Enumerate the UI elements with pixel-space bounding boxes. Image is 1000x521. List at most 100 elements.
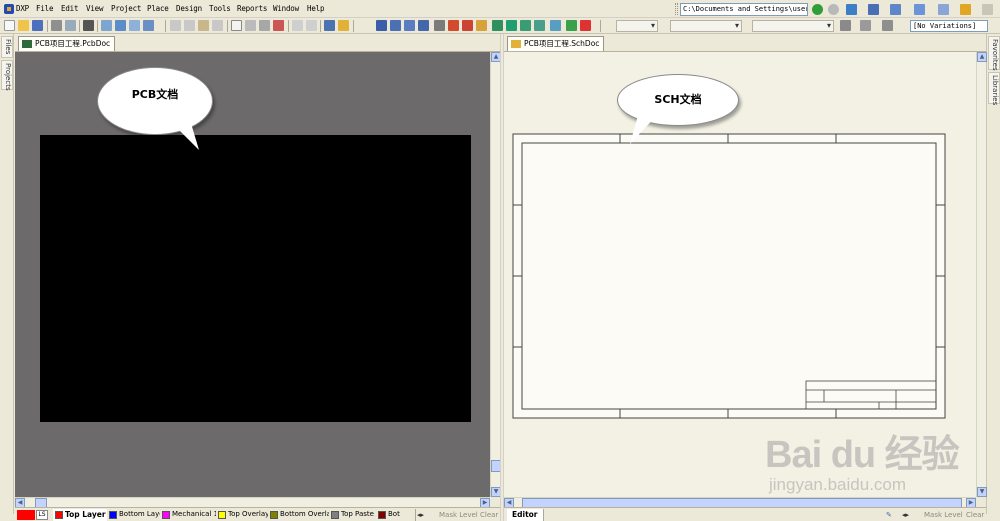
options-icon[interactable] bbox=[982, 4, 993, 15]
sch-canvas[interactable]: SCH文档 bbox=[504, 52, 976, 497]
diamond-icon[interactable] bbox=[960, 4, 971, 15]
layer-tab-top-layer[interactable]: Top Layer bbox=[53, 509, 110, 521]
gnd-port-icon[interactable] bbox=[448, 20, 459, 31]
zoom-selected-icon[interactable] bbox=[129, 20, 140, 31]
dxp-logo-icon[interactable] bbox=[4, 4, 14, 14]
sch-horizontal-scrollbar[interactable]: ◀ ▶ bbox=[504, 497, 976, 508]
net-label-icon[interactable] bbox=[418, 20, 429, 31]
deselect-icon[interactable] bbox=[259, 20, 270, 31]
panel-tab-files[interactable]: Files bbox=[1, 36, 13, 58]
bus-icon[interactable] bbox=[390, 20, 401, 31]
panel-tab-favorites[interactable]: Favorites bbox=[988, 36, 1000, 71]
panel-tab-projects[interactable]: Projects bbox=[1, 60, 13, 91]
new-icon[interactable] bbox=[4, 20, 15, 31]
clear-filter-icon[interactable] bbox=[273, 20, 284, 31]
layer-tab-mechanical-1[interactable]: Mechanical 1 bbox=[160, 509, 223, 521]
clear-button[interactable]: Clear bbox=[966, 509, 984, 521]
dim-icon[interactable] bbox=[860, 20, 871, 31]
layers-icon[interactable] bbox=[83, 20, 94, 31]
part-icon[interactable] bbox=[476, 20, 487, 31]
print-preview-icon[interactable] bbox=[65, 20, 76, 31]
save-icon[interactable] bbox=[32, 20, 43, 31]
menu-design[interactable]: Design bbox=[176, 4, 202, 13]
filter-combo-3[interactable] bbox=[752, 20, 834, 32]
sch-vertical-scrollbar[interactable]: ▲ ▼ bbox=[976, 52, 987, 497]
scroll-up-button[interactable]: ▲ bbox=[977, 52, 987, 62]
menu-reports[interactable]: Reports bbox=[237, 4, 267, 13]
menu-help[interactable]: Help bbox=[307, 4, 324, 13]
forward-icon[interactable] bbox=[828, 4, 839, 15]
pcb-tab-strip: PCB项目工程.PcbDoc bbox=[15, 34, 500, 52]
menu-dxp[interactable]: DXP bbox=[16, 4, 29, 13]
vcc-port-icon[interactable] bbox=[462, 20, 473, 31]
home-icon[interactable] bbox=[846, 4, 857, 15]
zoom-fit-icon[interactable] bbox=[101, 20, 112, 31]
toolbar-grip[interactable] bbox=[675, 3, 678, 15]
zoom-dropdown-icon[interactable] bbox=[143, 20, 154, 31]
chart-icon[interactable] bbox=[868, 4, 879, 15]
port-icon[interactable] bbox=[520, 20, 531, 31]
pcb-doc-icon bbox=[22, 40, 32, 48]
clear-button[interactable]: Clear bbox=[480, 509, 498, 521]
power-port-icon[interactable] bbox=[434, 20, 445, 31]
rubber-stamp-icon[interactable] bbox=[212, 20, 223, 31]
align-icon[interactable] bbox=[882, 20, 893, 31]
select-area-icon[interactable] bbox=[231, 20, 242, 31]
move-icon[interactable] bbox=[245, 20, 256, 31]
close-red-icon[interactable] bbox=[580, 20, 591, 31]
arrow-icon[interactable] bbox=[890, 4, 901, 15]
current-layer-indicator[interactable]: LS bbox=[17, 509, 49, 521]
sheet-symbol-icon[interactable] bbox=[492, 20, 503, 31]
panel-tab-libraries[interactable]: Libraries bbox=[988, 72, 1000, 105]
layer-tab-top-overlay[interactable]: Top Overlay bbox=[216, 509, 274, 521]
menu-file[interactable]: File bbox=[36, 4, 53, 13]
document-path-combo[interactable]: C:\Documents and Settings\user\ bbox=[680, 3, 808, 16]
pencil-icon[interactable]: ✎ bbox=[886, 509, 892, 521]
print-icon[interactable] bbox=[51, 20, 62, 31]
layer-scroll-arrows-icon[interactable]: ◂▸ bbox=[902, 509, 909, 521]
pcb-vertical-scrollbar[interactable]: ▲ ▼ bbox=[490, 52, 501, 497]
menu-window[interactable]: Window bbox=[273, 4, 299, 13]
sheet-entry-icon[interactable] bbox=[506, 20, 517, 31]
pcb-canvas[interactable]: PCB文档 bbox=[15, 52, 490, 497]
layer-tab-bottom-paste[interactable]: Bot bbox=[376, 509, 416, 521]
filter-combo-2[interactable] bbox=[670, 20, 742, 32]
layer-tab-top-paste[interactable]: Top Paste bbox=[329, 509, 378, 521]
variations-combo[interactable]: [No Variations] bbox=[910, 20, 988, 32]
scroll-down-button[interactable]: ▼ bbox=[977, 487, 987, 497]
pcb-document-tab[interactable]: PCB项目工程.PcbDoc bbox=[18, 36, 116, 51]
pcb-board[interactable] bbox=[40, 135, 471, 422]
menu-view[interactable]: View bbox=[86, 4, 103, 13]
mask-level-button[interactable]: Mask Level bbox=[924, 509, 963, 521]
down-arrow-icon[interactable] bbox=[914, 4, 925, 15]
filter-combo-1[interactable] bbox=[616, 20, 658, 32]
copy-icon[interactable] bbox=[184, 20, 195, 31]
open-icon[interactable] bbox=[18, 20, 29, 31]
menu-tools[interactable]: Tools bbox=[209, 4, 231, 13]
menu-place[interactable]: Place bbox=[147, 4, 169, 13]
hierarchy-icon[interactable] bbox=[324, 20, 335, 31]
schematic-sheet[interactable] bbox=[504, 52, 976, 497]
menu-project[interactable]: Project bbox=[111, 4, 141, 13]
redo-icon[interactable] bbox=[306, 20, 317, 31]
back-icon[interactable] bbox=[812, 4, 823, 15]
paste-icon[interactable] bbox=[198, 20, 209, 31]
browse-icon[interactable] bbox=[338, 20, 349, 31]
menu-edit[interactable]: Edit bbox=[61, 4, 78, 13]
mask-icon[interactable] bbox=[840, 20, 851, 31]
cut-icon[interactable] bbox=[170, 20, 181, 31]
sch-document-tab[interactable]: PCB项目工程.SchDoc bbox=[507, 36, 605, 51]
bus-entry-icon[interactable] bbox=[404, 20, 415, 31]
pin-icon[interactable] bbox=[938, 4, 949, 15]
mask-level-button[interactable]: Mask Level bbox=[439, 509, 478, 521]
wire-icon[interactable] bbox=[376, 20, 387, 31]
layer-scroll-arrows-icon[interactable]: ◂▸ bbox=[417, 509, 424, 521]
directive-icon[interactable] bbox=[566, 20, 577, 31]
junction-icon[interactable] bbox=[550, 20, 561, 31]
no-erc-icon[interactable] bbox=[534, 20, 545, 31]
menu-bar: DXP File Edit View Project Place Design … bbox=[0, 0, 1000, 18]
pcb-horizontal-scrollbar[interactable]: ◀ ▶ bbox=[15, 497, 490, 508]
zoom-area-icon[interactable] bbox=[115, 20, 126, 31]
undo-icon[interactable] bbox=[292, 20, 303, 31]
editor-tab[interactable]: Editor bbox=[507, 509, 544, 521]
